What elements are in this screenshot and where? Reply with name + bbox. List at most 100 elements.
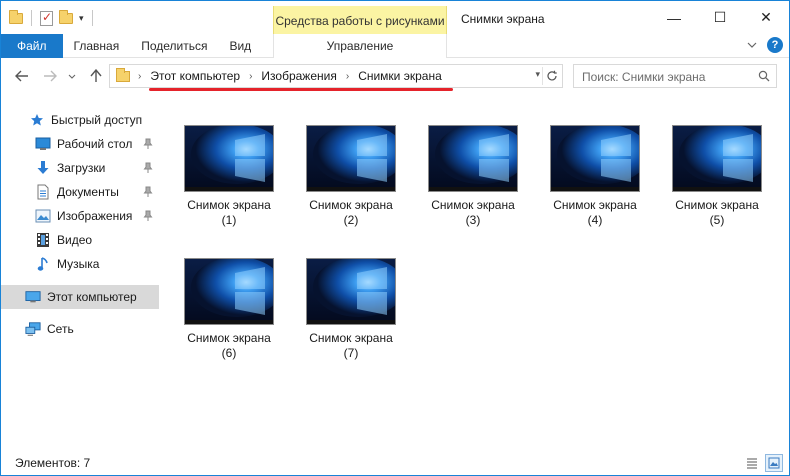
nav-label: Сеть [47, 322, 74, 336]
items-count: Элементов: 7 [15, 456, 91, 470]
breadcrumb-this-pc[interactable]: Этот компьютер [150, 69, 240, 83]
nav-item-documents[interactable]: Документы [1, 180, 159, 204]
ribbon-right-controls: ? [745, 37, 783, 53]
close-button[interactable]: ✕ [743, 1, 789, 34]
pictures-icon [35, 208, 51, 224]
customize-toolbar-icon[interactable]: ▾ [79, 13, 84, 24]
explorer-window: ▾ Средства работы с рисунками Снимки экр… [0, 0, 790, 476]
nav-item-video[interactable]: Видео [1, 228, 159, 252]
nav-quick-access[interactable]: Быстрый доступ [1, 108, 159, 132]
video-icon [35, 232, 51, 248]
back-button[interactable] [13, 67, 31, 85]
nav-item-music[interactable]: Музыка [1, 252, 159, 276]
nav-item-network[interactable]: Сеть [1, 317, 159, 341]
file-name: Снимок экрана (5) [662, 198, 772, 228]
thumbnail-image [550, 125, 640, 192]
navigation-pane: Быстрый доступ Рабочий стол Загрузки Док… [1, 101, 161, 451]
file-item-4[interactable]: Снимок экрана (4) [540, 111, 650, 231]
file-name-line: Снимок экрана [431, 198, 515, 212]
search-box[interactable]: Поиск: Снимки экрана [573, 64, 777, 88]
nav-item-this-pc[interactable]: Этот компьютер [1, 285, 159, 309]
file-name-line: Снимок экрана [309, 198, 393, 212]
file-name: Снимок экрана (3) [418, 198, 528, 228]
network-icon [25, 321, 41, 337]
pin-icon[interactable] [143, 210, 153, 222]
tab-view[interactable]: Вид [218, 34, 262, 58]
file-index: (6) [221, 346, 237, 360]
recent-locations-button[interactable] [63, 67, 81, 85]
window-controls: — ☐ ✕ [651, 1, 789, 34]
folder-icon [116, 68, 130, 82]
pin-icon[interactable] [143, 162, 153, 174]
up-button[interactable] [87, 67, 105, 85]
file-name-line: Снимок экрана [675, 198, 759, 212]
expand-ribbon-icon[interactable] [745, 38, 759, 52]
breadcrumb-screenshots[interactable]: Снимки экрана [358, 69, 442, 83]
tab-share[interactable]: Поделиться [130, 34, 218, 58]
file-name: Снимок экрана (7) [296, 331, 406, 361]
highlight-underline [149, 88, 453, 91]
file-item-2[interactable]: Снимок экрана (2) [296, 111, 406, 231]
nav-item-pictures[interactable]: Изображения [1, 204, 159, 228]
pin-icon[interactable] [143, 186, 153, 198]
nav-item-downloads[interactable]: Загрузки [1, 156, 159, 180]
details-view-icon [747, 458, 757, 469]
refresh-button[interactable] [542, 67, 560, 85]
chevron-right-icon[interactable]: › [138, 71, 141, 82]
file-item-6[interactable]: Снимок экрана (6) [174, 244, 284, 364]
chevron-right-icon[interactable]: › [346, 71, 349, 82]
nav-label: Музыка [57, 257, 100, 271]
chevron-down-icon [68, 74, 76, 79]
nav-label: Загрузки [57, 161, 106, 175]
thumbnail-image [672, 125, 762, 192]
thumbnail-image [428, 125, 518, 192]
folder-icon[interactable] [9, 9, 23, 24]
breadcrumb-pictures[interactable]: Изображения [261, 69, 336, 83]
new-folder-icon[interactable] [59, 9, 73, 24]
documents-icon [35, 184, 51, 200]
file-item-1[interactable]: Снимок экрана (1) [174, 111, 284, 231]
file-name-line: Снимок экрана [309, 331, 393, 345]
file-index: (7) [343, 346, 359, 360]
forward-button[interactable] [41, 67, 59, 85]
star-icon [29, 112, 45, 128]
refresh-icon [546, 70, 557, 81]
pin-icon[interactable] [143, 138, 153, 150]
file-name: Снимок экрана (4) [540, 198, 650, 228]
details-view-button[interactable] [743, 454, 761, 472]
file-index: (4) [587, 213, 603, 227]
file-item-3[interactable]: Снимок экрана (3) [418, 111, 528, 231]
desktop-icon [35, 136, 51, 152]
help-button[interactable]: ? [767, 37, 783, 53]
file-item-7[interactable]: Снимок экрана (7) [296, 244, 406, 364]
address-bar[interactable]: › Этот компьютер › Изображения › Снимки … [109, 64, 563, 88]
nav-label: Документы [57, 185, 119, 199]
thumbnail-image [184, 258, 274, 325]
file-name: Снимок экрана (2) [296, 198, 406, 228]
file-index: (1) [221, 213, 237, 227]
tab-manage[interactable]: Управление [273, 34, 447, 58]
breadcrumb: › Этот компьютер › Изображения › Снимки … [138, 69, 442, 83]
nav-label: Быстрый доступ [51, 113, 143, 127]
window-title: Снимки экрана [461, 12, 545, 26]
toolbar-separator [91, 10, 93, 26]
thumbnail-image [306, 258, 396, 325]
file-name-line: Снимок экрана [553, 198, 637, 212]
chevron-right-icon[interactable]: › [249, 71, 252, 82]
tab-home[interactable]: Главная [63, 34, 131, 58]
contextual-tab-header: Средства работы с рисунками [273, 6, 447, 34]
search-input[interactable]: Поиск: Снимки экрана [582, 70, 705, 84]
tab-file[interactable]: Файл [1, 34, 63, 58]
status-bar: Элементов: 7 [1, 451, 789, 475]
nav-label: Этот компьютер [47, 290, 137, 304]
nav-label: Рабочий стол [57, 137, 133, 151]
nav-item-desktop[interactable]: Рабочий стол [1, 132, 159, 156]
large-icons-view-button[interactable] [765, 454, 783, 472]
file-name-line: Снимок экрана [187, 198, 271, 212]
properties-icon[interactable] [40, 10, 53, 26]
minimize-button[interactable]: — [651, 1, 697, 34]
file-item-5[interactable]: Снимок экрана (5) [662, 111, 772, 231]
downloads-icon [35, 160, 51, 176]
address-dropdown-icon[interactable]: ▾ [535, 69, 540, 80]
maximize-button[interactable]: ☐ [697, 1, 743, 34]
